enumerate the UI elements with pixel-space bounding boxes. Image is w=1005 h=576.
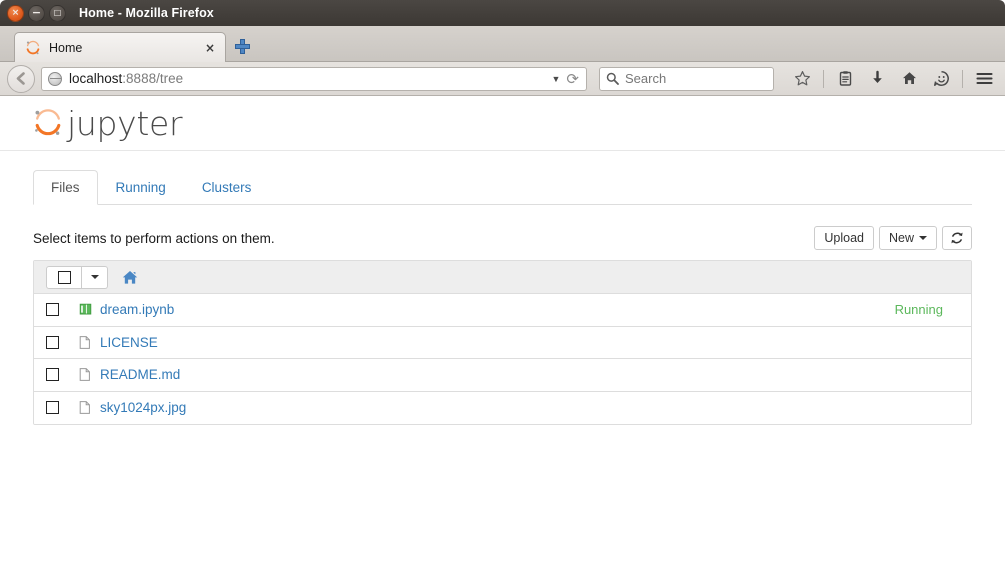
selection-hint: Select items to perform actions on them. [33,230,275,246]
row-checkbox[interactable] [46,335,78,349]
file-icon [78,400,100,415]
file-list-header [34,261,971,294]
file-list: dream.ipynb Running LICENSE README.md sk… [33,260,972,425]
jupyter-tab-bar: Files Running Clusters [33,169,972,205]
select-all-group [46,265,108,289]
breadcrumb-home-icon[interactable] [122,270,138,285]
jupyter-logo-text: jupyter [67,103,183,143]
file-name-link[interactable]: dream.ipynb [100,302,895,317]
jupyter-header: jupyter [0,96,1005,151]
table-row[interactable]: dream.ipynb Running [34,294,971,327]
back-button[interactable] [7,64,35,93]
bookmark-star-icon[interactable] [788,66,816,92]
toolbar-icon-group [788,66,998,92]
window-controls: × − □ [7,4,66,22]
jupyter-page: jupyter Files Running Clusters Select it… [0,96,1005,576]
sync-smiley-icon[interactable] [927,66,955,92]
notebook-icon [78,302,100,317]
close-icon: × [11,7,20,18]
table-row[interactable]: README.md [34,359,971,392]
jupyter-content: Files Running Clusters Select items to p… [0,169,1005,425]
file-name-link[interactable]: README.md [100,367,943,382]
search-input[interactable]: Search [599,66,774,91]
browser-tabstrip: Home × [0,26,1005,62]
toolbar-divider [962,69,963,88]
checkbox-icon [46,401,59,415]
reload-icon[interactable]: ⟳ [566,70,582,88]
toolbar-divider [823,69,824,88]
browser-tab-home[interactable]: Home × [14,32,226,62]
select-all-dropdown[interactable] [82,265,108,289]
new-tab-button[interactable] [228,32,258,62]
address-host: localhost [69,71,123,86]
browser-window: × − □ Home - Mozilla Firefox Home × loca… [0,0,1005,576]
jupyter-favicon-icon [25,40,41,56]
window-close-button[interactable]: × [7,4,24,22]
window-titlebar: × − □ Home - Mozilla Firefox [0,0,1005,26]
home-icon[interactable] [895,66,923,92]
select-all-checkbox[interactable] [46,265,82,289]
upload-button[interactable]: Upload [814,226,874,250]
tab-clusters[interactable]: Clusters [184,170,270,205]
address-history-dropdown-icon[interactable]: ▼ [546,74,567,84]
table-row[interactable]: sky1024px.jpg [34,391,971,424]
file-icon [78,367,100,382]
checkbox-icon [46,303,59,317]
browser-tab-label: Home [49,40,83,55]
checkbox-icon [57,270,71,284]
reading-list-icon[interactable] [831,66,859,92]
jupyter-logo[interactable]: jupyter [33,103,183,143]
address-bar[interactable]: localhost:8888/tree ▼ ⟳ [41,66,587,91]
chevron-down-icon [90,275,99,279]
refresh-icon [951,232,963,244]
browser-toolbar: localhost:8888/tree ▼ ⟳ Search [0,62,1005,96]
tab-close-icon[interactable]: × [202,40,218,56]
refresh-button[interactable] [942,226,972,250]
search-icon [606,72,619,85]
row-checkbox[interactable] [46,401,78,415]
address-path: :8888/tree [122,71,184,86]
hamburger-menu-icon[interactable] [970,66,998,92]
file-name-link[interactable]: sky1024px.jpg [100,400,943,415]
checkbox-icon [46,335,59,349]
window-maximize-button[interactable]: □ [49,4,66,22]
window-title: Home - Mozilla Firefox [79,6,214,20]
upload-button-label: Upload [824,231,864,245]
action-buttons: Upload New [814,226,972,250]
back-arrow-icon [16,72,25,85]
action-row: Select items to perform actions on them.… [33,225,972,251]
maximize-icon: □ [53,8,62,17]
file-name-link[interactable]: LICENSE [100,335,943,350]
new-dropdown-button[interactable]: New [878,226,937,250]
row-checkbox[interactable] [46,303,78,317]
window-minimize-button[interactable]: − [28,4,45,22]
table-row[interactable]: LICENSE [34,326,971,359]
address-bar-text: localhost:8888/tree [69,71,546,86]
row-checkbox[interactable] [46,368,78,382]
search-placeholder: Search [625,71,667,86]
file-icon [78,335,100,350]
tab-files[interactable]: Files [33,170,98,205]
downloads-icon[interactable] [863,66,891,92]
tab-running[interactable]: Running [98,170,184,205]
site-identity-globe-icon [48,71,62,86]
minimize-icon: − [31,5,42,19]
checkbox-icon [46,368,59,382]
chevron-down-icon [919,236,927,240]
new-button-label: New [888,231,914,245]
jupyter-logo-icon [33,108,63,138]
status-badge: Running [894,302,943,318]
